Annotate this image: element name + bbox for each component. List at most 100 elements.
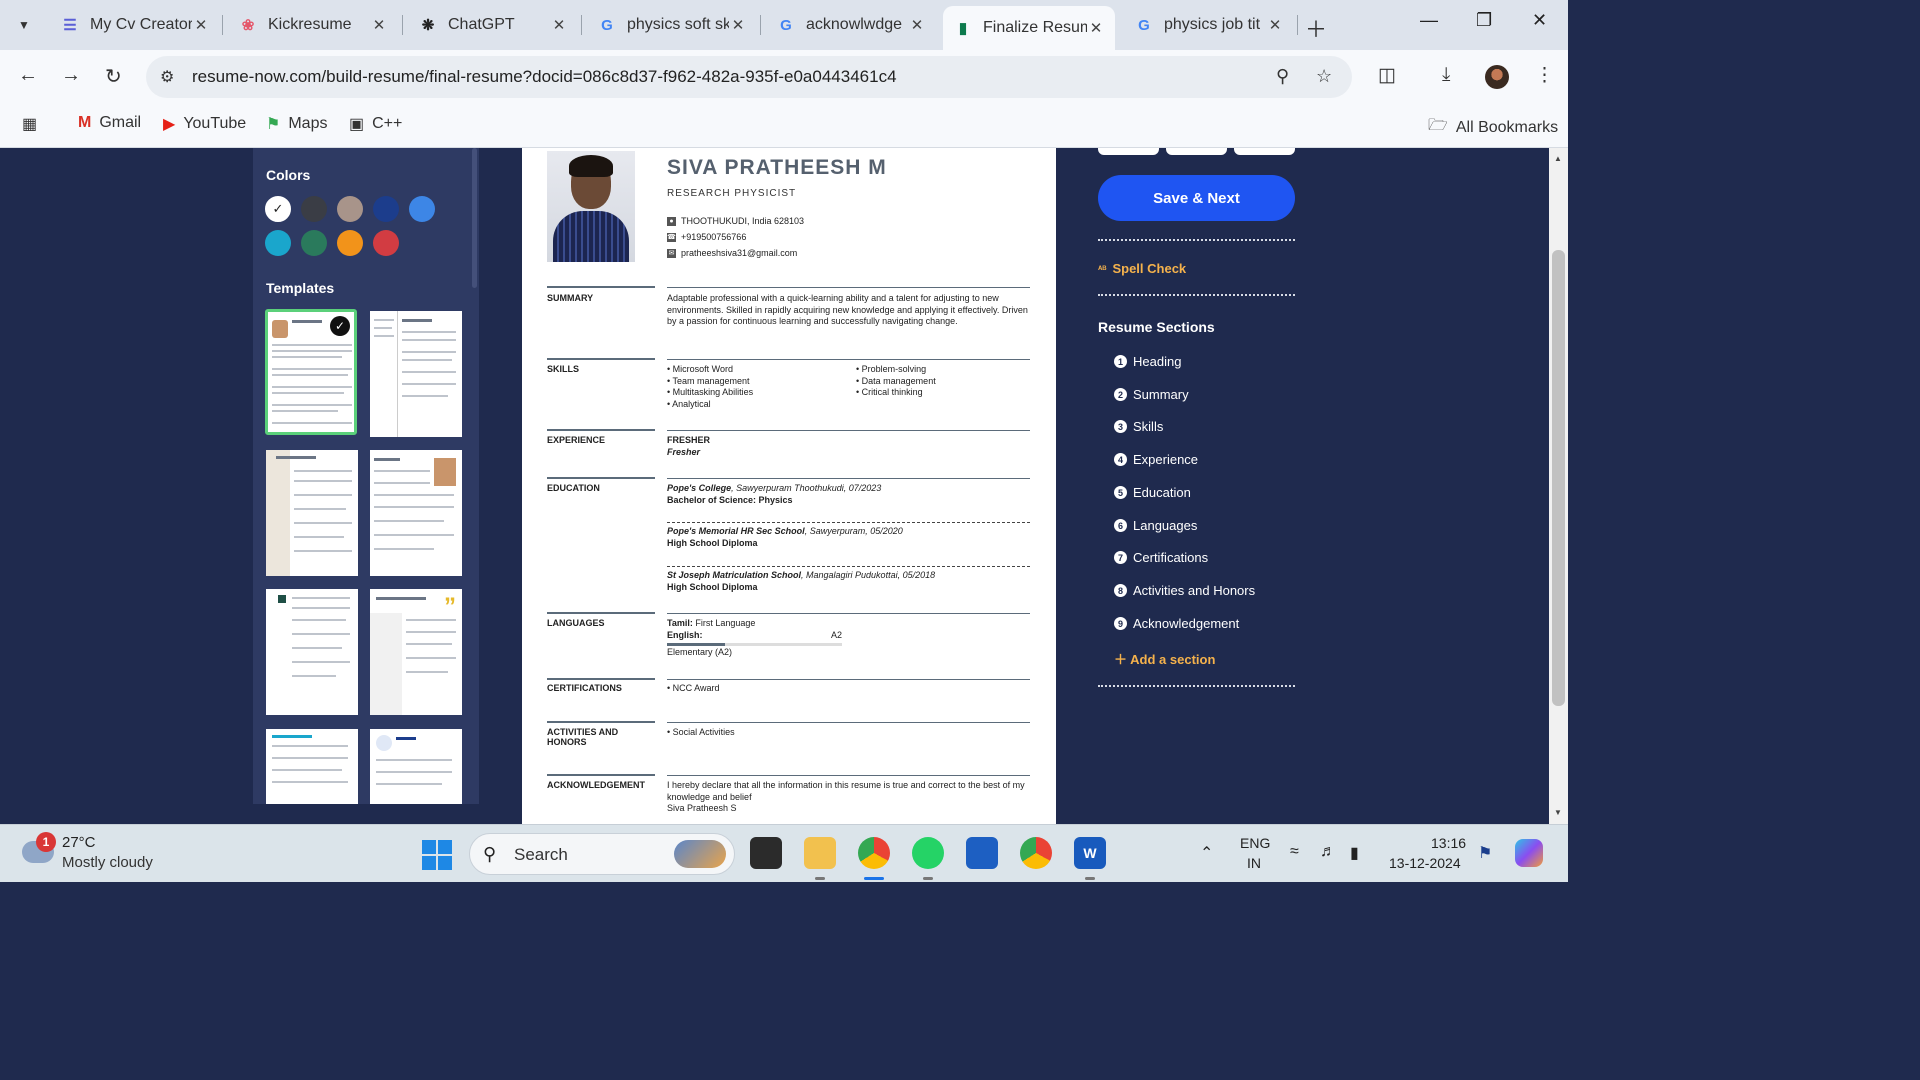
section-link-heading[interactable]: 1 Heading — [1114, 354, 1181, 369]
spell-check-button[interactable]: ᴬᴮ Spell Check — [1098, 261, 1186, 276]
template-thumb-8[interactable] — [370, 729, 462, 804]
bookmark-star-icon[interactable]: ☆ — [1316, 66, 1332, 87]
tab-finalize-resume[interactable]: ▮ Finalize Resum ✕ — [943, 6, 1115, 50]
color-swatch-white[interactable]: ✓ — [265, 196, 291, 222]
chrome-profile-icon[interactable] — [858, 837, 890, 869]
color-swatch-charcoal[interactable] — [301, 196, 327, 222]
word-icon[interactable]: W — [1074, 837, 1106, 869]
color-swatch-blue[interactable] — [409, 196, 435, 222]
input-region[interactable]: IN — [1247, 855, 1261, 871]
microsoft-store-icon[interactable] — [966, 837, 998, 869]
tab-chatgpt[interactable]: ❋ ChatGPT ✕ — [408, 6, 578, 44]
new-tab-button[interactable]: ＋ — [1305, 12, 1327, 44]
bookmark-maps[interactable]: ⚑ Maps — [266, 114, 327, 134]
section-link-experience[interactable]: 4 Experience — [1114, 452, 1198, 467]
print-option-button[interactable] — [1166, 148, 1227, 155]
template-thumb-4[interactable] — [370, 450, 462, 576]
tab-acknowledge[interactable]: G acknowlwdge ✕ — [766, 6, 936, 44]
clock-date[interactable]: 13-12-2024 — [1389, 855, 1461, 871]
color-swatch-green[interactable] — [301, 230, 327, 256]
back-button[interactable]: ← — [18, 64, 38, 87]
scrollbar-thumb[interactable] — [1552, 250, 1565, 706]
email-option-button[interactable] — [1234, 148, 1295, 155]
scroll-up-icon[interactable]: ▲ — [1554, 154, 1562, 163]
color-swatch-red[interactable] — [373, 230, 399, 256]
section-link-activities[interactable]: 8 Activities and Honors — [1114, 583, 1255, 598]
url-text[interactable]: resume-now.com/build-resume/final-resume… — [192, 67, 897, 87]
copilot-icon[interactable] — [1515, 839, 1543, 867]
close-icon[interactable]: ✕ — [1087, 19, 1105, 37]
input-language[interactable]: ENG — [1240, 835, 1270, 851]
color-swatch-taupe[interactable] — [337, 196, 363, 222]
section-link-summary[interactable]: 2 Summary — [1114, 387, 1189, 402]
profile-avatar[interactable] — [1485, 65, 1509, 89]
tab-kickresume[interactable]: ❀ Kickresume ✕ — [228, 6, 398, 44]
wifi-icon[interactable]: ≈ — [1290, 843, 1299, 861]
tab-physics-job-titles[interactable]: G physics job tit ✕ — [1124, 6, 1294, 44]
tab-my-cv-creator[interactable]: ☰ My Cv Creator ✕ — [50, 6, 220, 44]
template-line — [292, 619, 346, 621]
color-swatch-navy[interactable] — [373, 196, 399, 222]
reload-button[interactable]: ↻ — [105, 64, 122, 89]
file-explorer-icon[interactable] — [804, 837, 836, 869]
skill-item: • Critical thinking — [856, 387, 923, 397]
page-scrollbar[interactable]: ▲ ▼ — [1549, 148, 1568, 824]
template-line — [292, 607, 350, 609]
save-next-button[interactable]: Save & Next — [1098, 175, 1295, 221]
bookmark-gmail[interactable]: M Gmail — [78, 114, 141, 132]
notification-bell-icon[interactable]: ⚑ — [1478, 843, 1492, 863]
close-icon[interactable]: ✕ — [1266, 16, 1284, 34]
template-thumb-6[interactable]: ” — [370, 589, 462, 715]
close-window-button[interactable]: ✕ — [1532, 10, 1547, 31]
section-link-education[interactable]: 5 Education — [1114, 485, 1191, 500]
zoom-icon[interactable]: ⚲ — [1276, 66, 1289, 87]
chrome-icon[interactable] — [1020, 837, 1052, 869]
section-link-acknowledgement[interactable]: 9 Acknowledgement — [1114, 616, 1239, 631]
task-view-icon[interactable] — [750, 837, 782, 869]
taskbar-search[interactable]: ⚲ Search — [469, 833, 735, 875]
restore-button[interactable]: ❐ — [1476, 10, 1492, 31]
more-menu-icon[interactable]: ⋮ — [1535, 64, 1554, 87]
apps-grid-icon[interactable]: ▦ — [22, 114, 37, 134]
color-swatch-teal[interactable] — [265, 230, 291, 256]
close-icon[interactable]: ✕ — [370, 16, 388, 34]
tab-physics-soft-skills[interactable]: G physics soft sk ✕ — [587, 6, 757, 44]
weather-description[interactable]: Mostly cloudy — [62, 854, 153, 871]
section-link-skills[interactable]: 3 Skills — [1114, 419, 1163, 434]
chevron-up-icon[interactable]: ⌃ — [1200, 843, 1213, 863]
volume-icon[interactable]: ♬ — [1320, 843, 1336, 861]
template-thumb-5[interactable] — [266, 589, 358, 715]
close-icon[interactable]: ✕ — [550, 16, 568, 34]
close-icon[interactable]: ✕ — [192, 16, 210, 34]
add-section-button[interactable]: ＋ Add a section — [1114, 649, 1215, 668]
bookmark-cpp[interactable]: ▣ C++ — [349, 114, 402, 134]
minimize-button[interactable]: — — [1420, 10, 1438, 31]
color-swatch-orange[interactable] — [337, 230, 363, 256]
whatsapp-icon[interactable] — [912, 837, 944, 869]
template-thumb-2[interactable] — [370, 311, 462, 437]
section-link-languages[interactable]: 6 Languages — [1114, 518, 1197, 533]
tab-search-button[interactable]: ▼ — [8, 9, 40, 41]
download-icon[interactable]: ⤓ — [1442, 64, 1450, 86]
address-bar[interactable]: ⚙ resume-now.com/build-resume/final-resu… — [146, 56, 1352, 98]
template-thumb-7[interactable] — [266, 729, 358, 804]
battery-icon[interactable]: ▮ — [1350, 843, 1359, 863]
forward-button[interactable]: → — [61, 64, 81, 87]
language-tamil: Tamil: First Language — [667, 618, 1029, 630]
close-icon[interactable]: ✕ — [729, 16, 747, 34]
download-option-button[interactable] — [1098, 148, 1159, 155]
templates-scrollbar[interactable] — [472, 148, 477, 288]
extensions-icon[interactable]: ◫ — [1378, 64, 1396, 87]
site-info-icon[interactable]: ⚙ — [160, 67, 174, 87]
windows-start-icon[interactable] — [422, 840, 452, 870]
close-icon[interactable]: ✕ — [908, 16, 926, 34]
scroll-down-icon[interactable]: ▼ — [1554, 808, 1562, 817]
language-level-bar — [667, 643, 842, 646]
all-bookmarks-button[interactable]: 🗁 All Bookmarks — [1428, 114, 1558, 141]
weather-temperature[interactable]: 27°C — [62, 834, 96, 851]
section-link-certifications[interactable]: 7 Certifications — [1114, 550, 1208, 565]
template-thumb-3[interactable] — [266, 450, 358, 576]
clock-time[interactable]: 13:16 — [1431, 835, 1466, 851]
template-thumb-1[interactable]: ✓ — [265, 309, 357, 435]
bookmark-youtube[interactable]: ▶ YouTube — [163, 114, 246, 134]
